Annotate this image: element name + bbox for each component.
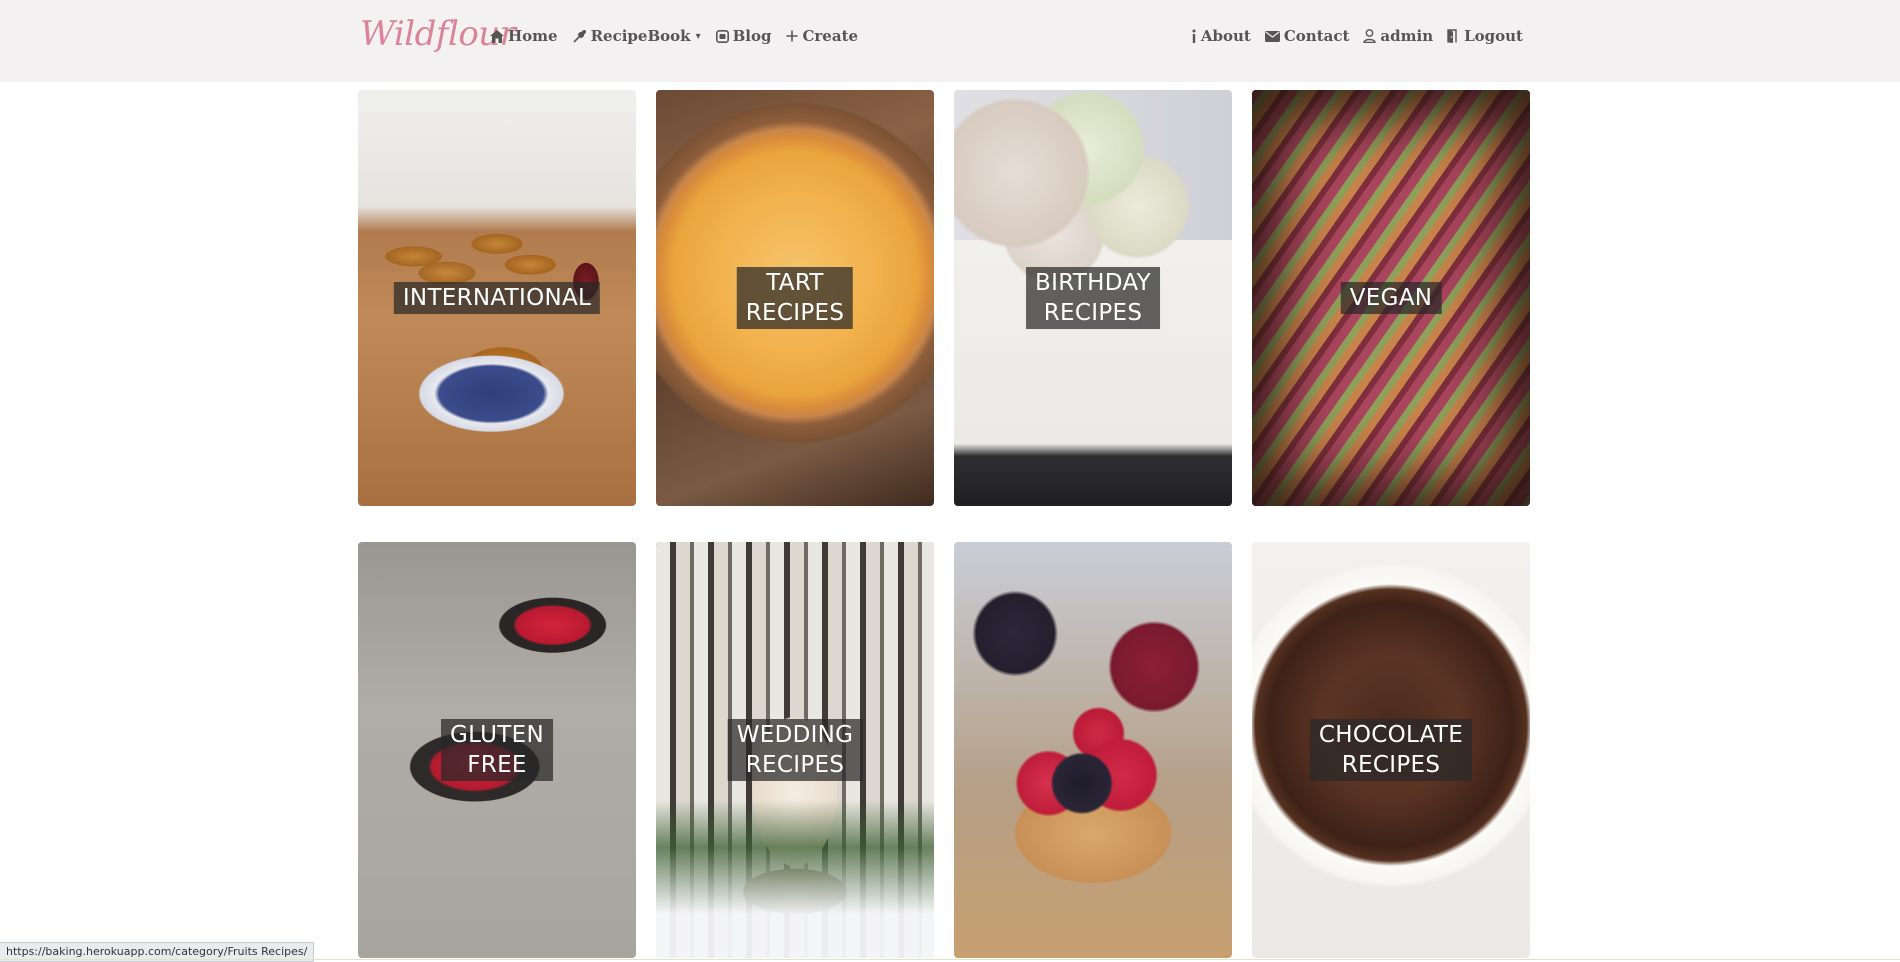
- nav-blog-label: Blog: [732, 27, 772, 45]
- nav-recipebook-label: RecipeBook: [590, 27, 691, 45]
- category-card-international[interactable]: INTERNATIONAL: [358, 90, 636, 506]
- category-card-wedding[interactable]: WEDDING RECIPES: [656, 542, 934, 958]
- user-icon: [1363, 29, 1377, 43]
- category-label: BIRTHDAY RECIPES: [1026, 267, 1160, 329]
- blog-icon: [715, 29, 729, 43]
- category-card-vegan[interactable]: VEGAN: [1252, 90, 1530, 506]
- category-card-chocolate[interactable]: CHOCOLATE RECIPES: [1252, 542, 1530, 958]
- door-icon: [1447, 29, 1460, 43]
- nav-contact-label: Contact: [1283, 27, 1350, 45]
- nav-home-label: Home: [508, 27, 558, 45]
- info-icon: [1191, 29, 1197, 43]
- nav-admin-link[interactable]: admin: [1363, 27, 1433, 45]
- category-card-tart[interactable]: TART RECIPES: [656, 90, 934, 506]
- category-card-fruits[interactable]: [954, 542, 1232, 958]
- primary-nav: Home RecipeBook ▾ Blog Create: [490, 27, 873, 45]
- category-label: VEGAN: [1340, 282, 1442, 314]
- category-label: TART RECIPES: [736, 267, 854, 329]
- category-label: CHOCOLATE RECIPES: [1309, 719, 1473, 781]
- top-navbar: Wildflour Home RecipeBook ▾ Blog Create: [0, 0, 1900, 82]
- nav-create-label: Create: [802, 27, 859, 45]
- category-label: GLUTEN FREE: [441, 719, 553, 781]
- category-image: [954, 542, 1232, 958]
- wheat-icon: [573, 29, 587, 43]
- category-grid: INTERNATIONAL TART RECIPES BIRTHDAY RECI…: [358, 90, 1530, 958]
- category-label: WEDDING RECIPES: [727, 719, 863, 781]
- category-card-birthday[interactable]: BIRTHDAY RECIPES: [954, 90, 1232, 506]
- chevron-down-icon: ▾: [695, 30, 701, 42]
- nav-blog-link[interactable]: Blog: [715, 27, 772, 45]
- nav-contact-link[interactable]: Contact: [1264, 27, 1350, 45]
- category-label: INTERNATIONAL: [393, 282, 601, 314]
- home-icon: [490, 29, 504, 43]
- envelope-icon: [1264, 30, 1280, 42]
- plus-icon: [786, 30, 798, 42]
- nav-recipebook-dropdown[interactable]: RecipeBook ▾: [573, 27, 701, 45]
- nav-admin-label: admin: [1380, 27, 1434, 45]
- nav-create-link[interactable]: Create: [786, 27, 858, 45]
- nav-about-label: About: [1200, 27, 1251, 45]
- secondary-nav: About Contact admin Logout: [1177, 27, 1523, 45]
- nav-logout-link[interactable]: Logout: [1447, 27, 1523, 45]
- nav-about-link[interactable]: About: [1191, 27, 1251, 45]
- nav-home-link[interactable]: Home: [490, 27, 558, 45]
- category-card-gluten-free[interactable]: GLUTEN FREE: [358, 542, 636, 958]
- nav-logout-label: Logout: [1464, 27, 1523, 45]
